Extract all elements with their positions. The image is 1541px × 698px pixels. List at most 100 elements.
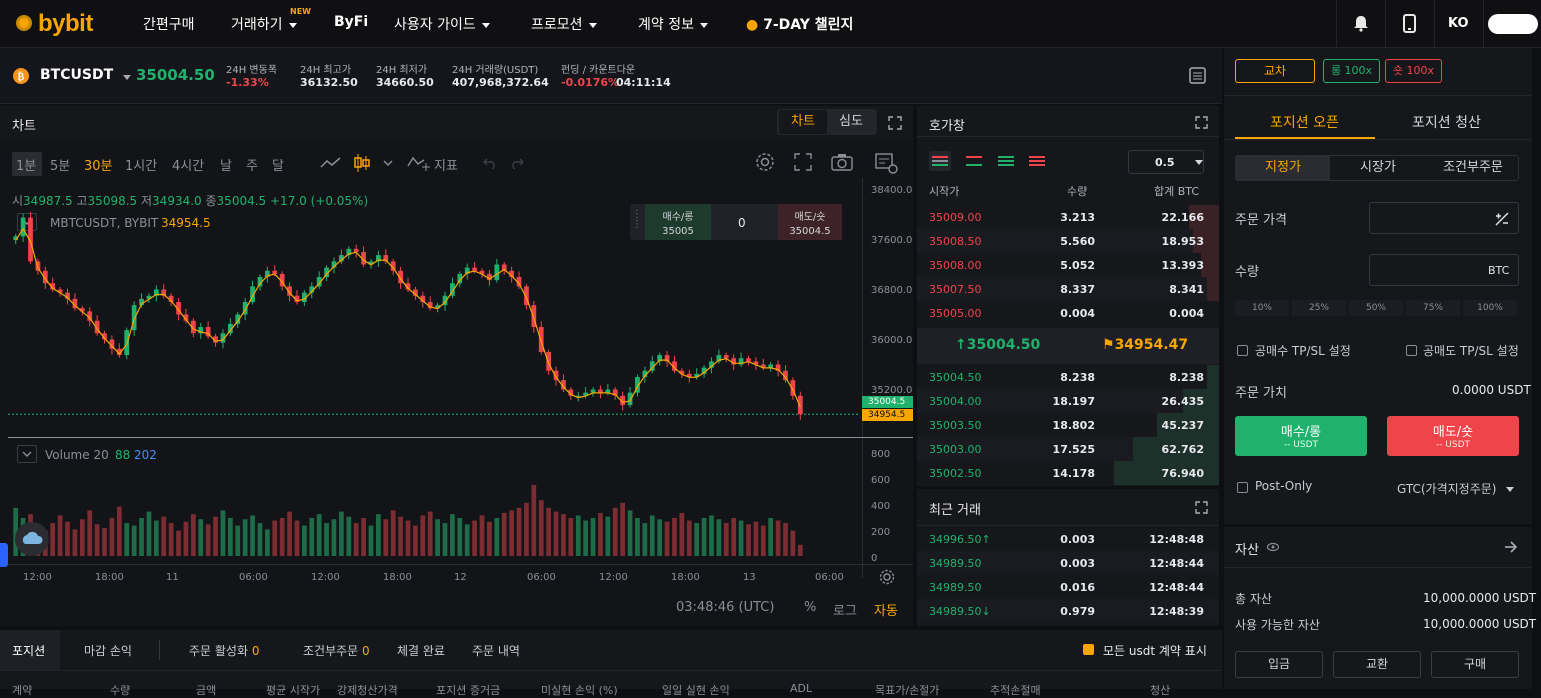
order-type-market[interactable]: 시장가: [1331, 156, 1425, 180]
timeframe-5m[interactable]: 5분: [50, 155, 70, 174]
chart-settings-icon[interactable]: [875, 152, 899, 174]
orderbook-row[interactable]: 35003.00 17.525 62.762: [917, 437, 1219, 461]
eye-icon[interactable]: [1267, 542, 1279, 552]
mobile-app-button[interactable]: [1385, 0, 1433, 48]
deposit-button[interactable]: 입금: [1235, 651, 1323, 678]
margin-mode-button[interactable]: 교차: [1235, 59, 1315, 83]
show-all-checkbox[interactable]: [1083, 644, 1094, 655]
orderbook-row[interactable]: 35007.50 8.337 8.341: [917, 277, 1219, 301]
settings-gear-icon[interactable]: [755, 152, 775, 172]
orderbook-row[interactable]: 35008.00 5.052 13.393: [917, 253, 1219, 277]
buy-crypto-button[interactable]: 구매: [1431, 651, 1519, 678]
layout-settings-icon[interactable]: [1189, 67, 1207, 85]
percent-scale-button[interactable]: %: [804, 600, 816, 615]
account-button[interactable]: [1483, 0, 1541, 48]
fullscreen-icon[interactable]: [888, 116, 902, 130]
pct-10-button[interactable]: 10%: [1235, 300, 1289, 316]
order-type-limit[interactable]: 지정가: [1236, 156, 1330, 180]
timeframe-1m[interactable]: 1분: [16, 155, 36, 174]
tab-conditional-orders[interactable]: 조건부주문 0: [303, 642, 370, 659]
nav-quick-buy[interactable]: 간편구매: [143, 14, 195, 34]
volume-bar: [575, 515, 581, 556]
timeframe-1h[interactable]: 1시간: [125, 155, 157, 174]
order-type-conditional[interactable]: 조건부주문: [1426, 156, 1520, 180]
undo-icon[interactable]: [483, 157, 497, 169]
ob-qty: 5.052: [1060, 259, 1095, 272]
redo-icon[interactable]: [510, 157, 524, 169]
pane-divider[interactable]: [8, 437, 913, 438]
timeframe-30m[interactable]: 30분: [84, 155, 113, 174]
fullscreen-icon[interactable]: [1195, 501, 1208, 514]
sell-short-button[interactable]: 매도/숏 -- USDT: [1387, 416, 1519, 456]
tab-active-orders[interactable]: 주문 활성화 0: [189, 642, 259, 659]
candle-type-icon[interactable]: [353, 153, 371, 173]
orderbook-row[interactable]: 35004.00 18.197 26.435: [917, 389, 1219, 413]
tab-filled[interactable]: 체결 완료: [397, 642, 445, 659]
pct-75-button[interactable]: 75%: [1406, 300, 1460, 316]
post-only-checkbox[interactable]: [1237, 482, 1248, 493]
last-price-fill-icon[interactable]: [1495, 212, 1509, 226]
long-leverage-button[interactable]: 롱 100x: [1323, 59, 1380, 83]
line-chart-icon[interactable]: [320, 156, 342, 170]
bybit-logo[interactable]: bybit: [14, 8, 96, 38]
orderbook-row[interactable]: 35002.50 14.178 76.940: [917, 461, 1219, 485]
orderbook-row[interactable]: 35003.50 18.802 45.237: [917, 413, 1219, 437]
notification-button[interactable]: [1336, 0, 1384, 48]
tpsl-long-checkbox[interactable]: [1237, 345, 1248, 356]
chevron-down-icon[interactable]: [383, 160, 393, 168]
orderbook-row[interactable]: 35005.00 0.004 0.004: [917, 301, 1219, 325]
orderbook-bids-icon[interactable]: [998, 154, 1014, 168]
time-in-force-select[interactable]: GTC(가격지정주문): [1397, 480, 1515, 497]
orderbook-split-icon[interactable]: [966, 154, 982, 168]
indicator-button[interactable]: 지표: [434, 155, 458, 174]
timeframe-week[interactable]: 주: [246, 155, 258, 174]
orderbook-row[interactable]: 35009.00 3.213 22.166: [917, 205, 1219, 229]
tab-depth[interactable]: 심도: [827, 110, 875, 134]
timeframe-month[interactable]: 달: [272, 155, 284, 174]
log-scale-button[interactable]: 로그: [833, 600, 857, 619]
symbol-selector[interactable]: BTCUSDT: [40, 67, 113, 83]
tab-positions[interactable]: 포지션: [12, 642, 45, 659]
nav-7day-challenge[interactable]: ● 7-DAY 챌린지: [746, 14, 853, 34]
arrow-right-icon[interactable]: [1504, 541, 1518, 553]
buy-long-button[interactable]: 매수/롱 -- USDT: [1235, 416, 1367, 456]
axis-settings-icon[interactable]: [879, 569, 895, 585]
camera-icon[interactable]: [831, 153, 853, 171]
nav-trade[interactable]: 거래하기: [231, 14, 297, 34]
volume-bar: [72, 529, 78, 556]
tab-order-history[interactable]: 주문 내역: [472, 642, 520, 659]
nav-contract-info[interactable]: 계약 정보: [638, 14, 708, 34]
timeframe-day[interactable]: 날: [220, 155, 232, 174]
nav-byfi[interactable]: ByFi: [334, 14, 368, 30]
tab-close-position[interactable]: 포지션 청산: [1412, 112, 1481, 132]
orderbook-row[interactable]: 35008.50 5.560 18.953: [917, 229, 1219, 253]
timeframe-4h[interactable]: 4시간: [172, 155, 204, 174]
divider: [159, 640, 160, 660]
exchange-button[interactable]: 교환: [1333, 651, 1421, 678]
orderbook-asks-icon[interactable]: [1029, 154, 1045, 168]
pct-100-button[interactable]: 100%: [1463, 300, 1517, 316]
short-leverage-button[interactable]: 숏 100x: [1385, 59, 1442, 83]
tab-closed-pnl[interactable]: 마감 손익: [84, 642, 132, 659]
symbol-dropdown-icon[interactable]: [123, 75, 131, 80]
pct-50-button[interactable]: 50%: [1349, 300, 1403, 316]
tradingview-badge[interactable]: [15, 522, 49, 556]
nav-promotion[interactable]: 프로모션: [531, 14, 597, 34]
pct-25-button[interactable]: 25%: [1292, 300, 1346, 316]
qty-input[interactable]: BTC: [1369, 254, 1519, 286]
tab-open-position[interactable]: 포지션 오픈: [1270, 112, 1339, 132]
side-panel-toggle[interactable]: [0, 543, 8, 567]
view-both-button[interactable]: [929, 151, 951, 171]
tab-chart[interactable]: 차트: [779, 110, 827, 134]
tpsl-short-checkbox[interactable]: [1406, 345, 1417, 356]
precision-select[interactable]: 0.5: [1128, 150, 1204, 174]
col-header-price: 시작가: [929, 185, 960, 198]
fullscreen-icon[interactable]: [1195, 116, 1208, 129]
nav-user-guide[interactable]: 사용자 가이드: [394, 14, 490, 34]
orderbook-row[interactable]: 35004.50 8.238 8.238: [917, 365, 1219, 389]
language-button[interactable]: KO: [1434, 0, 1482, 48]
price-input[interactable]: [1369, 202, 1519, 234]
auto-scale-button[interactable]: 자동: [874, 600, 898, 619]
indicator-icon[interactable]: [407, 154, 431, 172]
expand-icon[interactable]: [794, 153, 812, 171]
